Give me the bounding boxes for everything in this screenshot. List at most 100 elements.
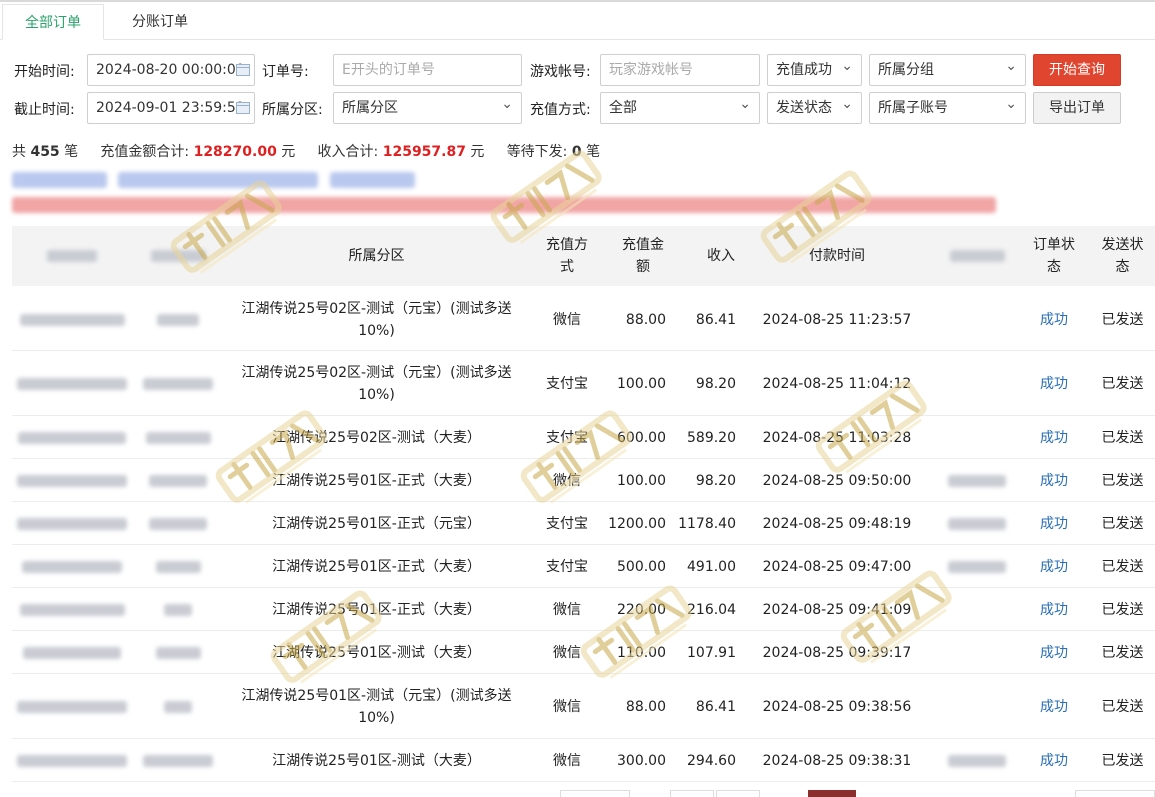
cell-order-status[interactable]: 成功 <box>1040 599 1068 621</box>
cell-pay-method-wrap: 微信 <box>537 631 597 674</box>
redacted-notice <box>12 172 107 188</box>
pay-method-select[interactable]: 全部 <box>600 92 760 124</box>
cell-amount: 300.00 <box>617 752 666 769</box>
cell-pay-time: 2024-08-25 09:41:09 <box>762 601 912 618</box>
group-select[interactable]: 所属分组 <box>869 54 1026 86</box>
cell-redacted <box>12 739 132 782</box>
cell-order-status-wrap: 成功 <box>1024 502 1084 545</box>
cell-income: 1178.40 <box>678 515 736 532</box>
pagination-button[interactable] <box>1075 790 1155 797</box>
redacted-account <box>155 560 201 573</box>
pagination-button[interactable] <box>670 790 714 797</box>
cell-order-status[interactable]: 成功 <box>1040 556 1068 578</box>
cell-send-status-wrap: 已发送 <box>1090 351 1155 416</box>
cell-order-status[interactable]: 成功 <box>1040 642 1068 664</box>
cell-order-status[interactable]: 成功 <box>1040 427 1068 449</box>
recharge-unit: 元 <box>281 144 296 160</box>
redacted-order-id <box>17 517 127 530</box>
cell-order-status[interactable]: 成功 <box>1040 309 1068 331</box>
cell-order-status-wrap: 成功 <box>1024 288 1084 351</box>
cell-pay-time: 2024-08-25 09:50:00 <box>762 472 912 489</box>
sub-account-value: 所属子账号 <box>878 100 948 116</box>
server-select[interactable]: 所属分区 <box>333 92 522 124</box>
pagination-current[interactable] <box>808 790 856 797</box>
cell-redacted <box>137 416 219 459</box>
cell-income: 294.60 <box>687 752 736 769</box>
cell-send-status-wrap: 已发送 <box>1090 631 1155 674</box>
cell-send-status: 已发送 <box>1101 472 1144 489</box>
game-account-input[interactable]: 玩家游戏帐号 <box>600 54 760 86</box>
tab-split-orders[interactable]: 分账订单 <box>105 4 215 40</box>
cell-order-status[interactable]: 成功 <box>1040 750 1068 772</box>
cell-server-wrap: 江湖传说25号01区-正式（元宝） <box>224 502 529 545</box>
redacted-order-id <box>23 646 121 659</box>
cell-pay-time-wrap: 2024-08-25 09:38:56 <box>757 674 917 739</box>
cell-order-status[interactable]: 成功 <box>1040 513 1068 535</box>
redacted-warning <box>12 197 996 213</box>
cell-pay-method-wrap: 微信 <box>537 288 597 351</box>
cell-send-status: 已发送 <box>1101 752 1144 769</box>
order-count: 455 <box>30 144 60 160</box>
cell-pay-time-wrap: 2024-08-25 09:38:31 <box>757 739 917 782</box>
end-time-input[interactable]: 2024-09-01 23:59:59 <box>87 92 255 124</box>
search-button[interactable]: 开始查询 <box>1033 54 1121 86</box>
cell-send-status-wrap: 已发送 <box>1090 288 1155 351</box>
header-send-status: 发送状态 <box>1101 237 1144 275</box>
cell-server: 江湖传说25号01区-正式（大麦） <box>272 558 481 575</box>
cell-server: 江湖传说25号01区-测试（大麦） <box>272 644 481 661</box>
order-no-input[interactable]: E开头的订单号 <box>333 54 522 86</box>
cell-redacted <box>137 502 219 545</box>
export-button[interactable]: 导出订单 <box>1033 92 1121 124</box>
cell-income-wrap: 107.91 <box>672 631 736 674</box>
table-row: 江湖传说25号01区-正式（大麦） 微信 100.00 98.20 2024-08-25… <box>12 459 1155 502</box>
cell-income-wrap: 589.20 <box>672 416 736 459</box>
cell-income: 86.41 <box>695 698 736 715</box>
pagination-button[interactable] <box>716 790 760 797</box>
cell-send-status: 已发送 <box>1101 375 1144 392</box>
cell-amount-wrap: 100.00 <box>602 459 666 502</box>
cell-redacted <box>12 416 132 459</box>
pagination-button[interactable] <box>560 790 630 797</box>
cell-pay-time-wrap: 2024-08-25 09:39:17 <box>757 631 917 674</box>
table-row: 江湖传说25号01区-测试（大麦） 微信 300.00 294.60 2024-08-2… <box>12 739 1155 782</box>
table-row: 江湖传说25号01区-正式（大麦） 支付宝 500.00 491.00 2024-08-… <box>12 545 1155 588</box>
sub-account-select[interactable]: 所属子账号 <box>869 92 1026 124</box>
cell-pay-method: 支付宝 <box>546 429 588 446</box>
cell-send-status: 已发送 <box>1101 311 1144 328</box>
cell-redacted <box>137 288 219 351</box>
cell-pay-method-wrap: 支付宝 <box>537 351 597 416</box>
header-order-status: 订单状态 <box>1033 237 1075 275</box>
cell-order-status[interactable]: 成功 <box>1040 470 1068 492</box>
cell-order-status[interactable]: 成功 <box>1040 373 1068 395</box>
redacted-order-id <box>18 431 126 444</box>
cell-income: 216.04 <box>687 601 736 618</box>
cell-redacted <box>932 588 1022 631</box>
group-value: 所属分组 <box>878 62 934 78</box>
cell-send-status-wrap: 已发送 <box>1090 545 1155 588</box>
cell-order-status-wrap: 成功 <box>1024 739 1084 782</box>
cell-pay-method-wrap: 支付宝 <box>537 416 597 459</box>
recharge-status-select[interactable]: 充值成功 <box>767 54 862 86</box>
cell-income-wrap: 86.41 <box>672 674 736 739</box>
game-account-placeholder: 玩家游戏帐号 <box>609 62 693 78</box>
header-server: 所属分区 <box>348 248 405 264</box>
cell-pay-time-wrap: 2024-08-25 09:47:00 <box>757 545 917 588</box>
cell-pay-method-wrap: 支付宝 <box>537 502 597 545</box>
send-status-select[interactable]: 发送状态 <box>767 92 862 124</box>
tab-all-orders[interactable]: 全部订单 <box>2 4 104 40</box>
cell-amount: 100.00 <box>617 375 666 392</box>
cell-server: 江湖传说25号01区-测试（大麦） <box>272 752 481 769</box>
cell-pay-method-wrap: 微信 <box>537 739 597 782</box>
cell-server-wrap: 江湖传说25号02区-测试（元宝）(测试多送10%) <box>224 288 529 351</box>
cell-order-status[interactable]: 成功 <box>1040 696 1068 718</box>
redacted-order-id <box>17 377 127 390</box>
cell-pay-method: 微信 <box>553 698 581 715</box>
redacted-notice <box>330 172 415 188</box>
redacted-account <box>157 313 199 326</box>
cell-pay-time: 2024-08-25 11:23:57 <box>762 311 912 328</box>
cell-redacted <box>932 631 1022 674</box>
cell-pay-method: 微信 <box>553 752 581 769</box>
cell-server: 江湖传说25号01区-测试（元宝）(测试多送10%) <box>241 687 512 726</box>
cell-amount-wrap: 88.00 <box>602 674 666 739</box>
start-time-input[interactable]: 2024-08-20 00:00:00 <box>87 54 255 86</box>
